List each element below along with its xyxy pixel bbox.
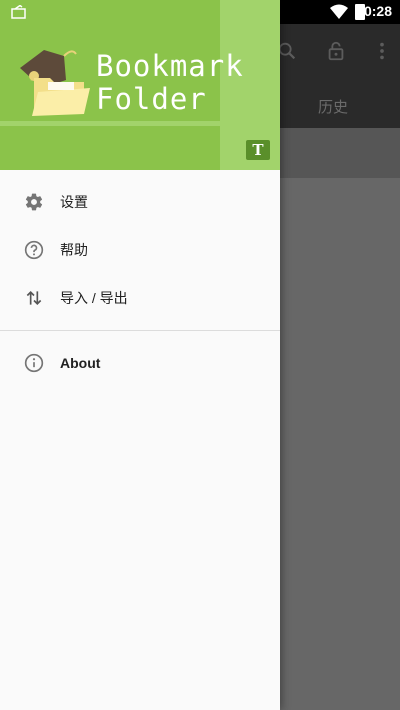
menu-label-about: About	[60, 355, 101, 371]
help-icon	[24, 240, 44, 260]
header-title-line2: Folder	[96, 82, 207, 116]
drawer-menu: 设置 帮助 导入 / 导出 About	[0, 178, 280, 387]
menu-item-settings[interactable]: 设置	[0, 178, 280, 226]
bookmark-folder-logo-icon	[20, 50, 90, 116]
gear-icon	[24, 192, 44, 212]
info-icon	[24, 353, 44, 373]
header-stripe-horizontal	[0, 121, 280, 126]
menu-label-import-export: 导入 / 导出	[60, 290, 128, 306]
status-time: 10:28	[356, 3, 392, 19]
navigation-drawer: Bookmark Folder T 设置 帮助 导入 / 导出 About	[0, 0, 280, 710]
more-options-icon[interactable]	[371, 40, 393, 62]
import-export-arrows-icon	[24, 288, 44, 308]
header-title-line1: Bookmark	[96, 49, 244, 83]
menu-divider	[0, 330, 280, 331]
wifi-icon	[330, 4, 348, 19]
lock-icon[interactable]	[325, 40, 347, 62]
menu-item-help[interactable]: 帮助	[0, 226, 280, 274]
header-title: Bookmark Folder	[96, 50, 244, 116]
drawer-header: Bookmark Folder T	[0, 0, 280, 170]
app-notification-icon	[11, 5, 26, 19]
menu-label-settings: 设置	[60, 194, 88, 210]
menu-item-about[interactable]: About	[0, 339, 280, 387]
theme-badge-icon[interactable]: T	[246, 140, 270, 160]
menu-label-help: 帮助	[60, 242, 88, 258]
tab-history[interactable]: 历史	[318, 96, 348, 117]
menu-item-import-export[interactable]: 导入 / 导出	[0, 274, 280, 322]
